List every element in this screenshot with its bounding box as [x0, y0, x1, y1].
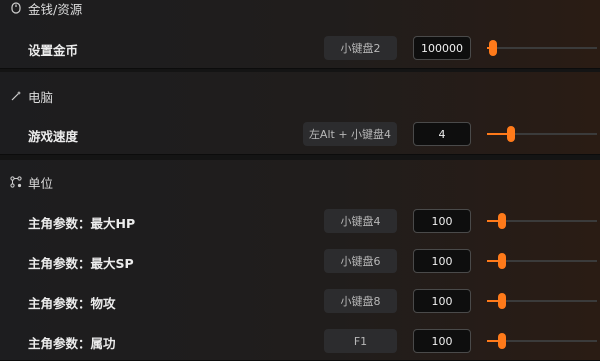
option-row-physical-attack: 主角参数：物攻 小键盘8 100 — [0, 289, 600, 315]
section-computer: 电脑 游戏速度 左Alt + 小键盘4 4 — [0, 72, 600, 155]
slider-fill — [487, 260, 498, 262]
wand-icon — [10, 90, 22, 102]
slider-fill — [487, 133, 507, 135]
value-slider[interactable] — [487, 36, 597, 60]
option-row-elemental-attack: 主角参数：属功 F1 100 — [0, 329, 600, 355]
value-input[interactable]: 100000 — [413, 36, 471, 60]
value-input[interactable]: 100 — [413, 329, 471, 353]
option-label: 主角参数：最大SP — [28, 256, 134, 271]
section-title: 电脑 — [28, 89, 54, 105]
slider-thumb[interactable] — [498, 333, 506, 349]
slider-thumb[interactable] — [498, 293, 506, 309]
value-input[interactable]: 100 — [413, 289, 471, 313]
value-slider[interactable] — [487, 249, 597, 273]
slider-fill — [487, 300, 498, 302]
option-label: 游戏速度 — [28, 129, 79, 144]
slider-fill — [487, 340, 498, 342]
slider-fill — [487, 220, 498, 222]
option-label: 主角参数：最大HP — [28, 216, 136, 231]
hotkey-button[interactable]: 小键盘2 — [324, 36, 397, 60]
hotkey-button[interactable]: 小键盘6 — [324, 249, 397, 273]
option-label: 主角参数：物攻 — [28, 296, 116, 311]
value-input[interactable]: 100 — [413, 209, 471, 233]
option-label: 主角参数：属功 — [28, 336, 116, 351]
hotkey-button[interactable]: F1 — [324, 329, 397, 353]
slider-thumb[interactable] — [498, 253, 506, 269]
hotkey-button[interactable]: 左Alt + 小键盘4 — [303, 122, 397, 146]
section-header-money: 金钱/资源 — [10, 0, 82, 18]
option-row-set-gold: 设置金币 小键盘2 100000 — [0, 36, 600, 62]
option-label: 设置金币 — [28, 43, 79, 58]
slider-thumb[interactable] — [498, 213, 506, 229]
section-title: 金钱/资源 — [28, 1, 83, 17]
value-slider[interactable] — [487, 209, 597, 233]
value-slider[interactable] — [487, 122, 597, 146]
option-row-max-hp: 主角参数：最大HP 小键盘4 100 — [0, 209, 600, 235]
mouse-icon — [10, 2, 22, 14]
option-row-max-sp: 主角参数：最大SP 小键盘6 100 — [0, 249, 600, 275]
section-money: 金钱/资源 设置金币 小键盘2 100000 — [0, 0, 600, 69]
section-header-computer: 电脑 — [10, 86, 53, 106]
slider-thumb[interactable] — [506, 126, 515, 142]
value-input[interactable]: 100 — [413, 249, 471, 273]
value-input[interactable]: 4 — [413, 122, 471, 146]
slider-thumb[interactable] — [489, 40, 498, 56]
slider-track — [487, 47, 597, 49]
hotkey-button[interactable]: 小键盘8 — [324, 289, 397, 313]
section-title: 单位 — [28, 175, 54, 191]
option-row-game-speed: 游戏速度 左Alt + 小键盘4 4 — [0, 122, 600, 148]
value-slider[interactable] — [487, 329, 597, 353]
section-header-units: 单位 — [10, 172, 53, 192]
hotkey-button[interactable]: 小键盘4 — [324, 209, 397, 233]
value-slider[interactable] — [487, 289, 597, 313]
nodes-icon — [10, 176, 22, 188]
section-units: 单位 主角参数：最大HP 小键盘4 100 主角参数：最大SP 小键盘6 100… — [0, 160, 600, 361]
